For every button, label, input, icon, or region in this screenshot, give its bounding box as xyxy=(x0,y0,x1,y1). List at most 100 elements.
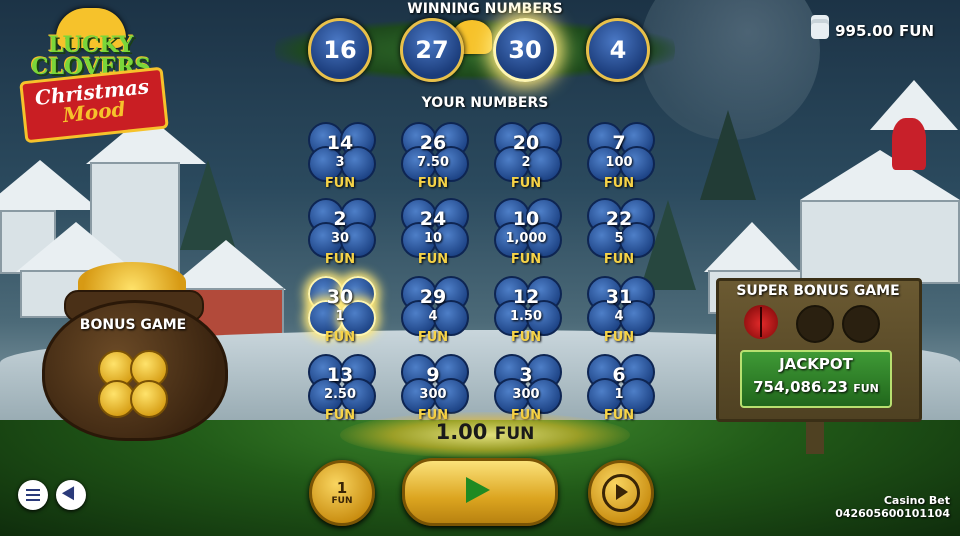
winning-ball: 27 xyxy=(400,18,464,82)
clover-prize: 300 xyxy=(512,387,540,402)
pine-tree xyxy=(180,160,236,250)
bet-selector-value: 1 xyxy=(336,478,348,497)
clover-number: 30 xyxy=(326,286,354,308)
clover-currency: FUN xyxy=(510,176,542,191)
menu-button[interactable] xyxy=(18,480,48,510)
pine-tree xyxy=(700,110,756,200)
number-clover: 22 5 FUN xyxy=(579,194,659,268)
winning-ball-number: 16 xyxy=(323,36,357,64)
number-clover: 31 4 FUN xyxy=(579,272,659,346)
golden-clover-icon xyxy=(96,348,168,418)
clover-currency: FUN xyxy=(417,176,449,191)
clover-prize: 4 xyxy=(428,309,438,324)
clover-prize: 1 xyxy=(614,387,624,402)
clover-currency: FUN xyxy=(417,330,449,345)
clover-currency: FUN xyxy=(603,330,635,345)
clover-number: 2 xyxy=(333,208,347,230)
house-roof xyxy=(800,150,960,200)
menu-icon-bar xyxy=(26,489,40,491)
winning-ball-number: 30 xyxy=(508,36,542,64)
clover-number: 3 xyxy=(519,364,533,386)
bonus-game-label: BONUS GAME xyxy=(79,317,187,333)
clover-currency: FUN xyxy=(417,252,449,267)
clover-prize: 100 xyxy=(605,155,633,170)
clover-currency: FUN xyxy=(324,252,356,267)
clover-prize: 1 xyxy=(335,309,345,324)
balance-display: 995.00 FUN xyxy=(811,22,934,40)
clover-currency: FUN xyxy=(603,176,635,191)
clover-number: 14 xyxy=(326,132,354,154)
clover-prize: 4 xyxy=(614,309,624,324)
clover-number: 10 xyxy=(512,208,540,230)
clover-prize: 10 xyxy=(423,231,443,246)
clover-prize: 5 xyxy=(614,231,624,246)
clover-number: 20 xyxy=(512,132,540,154)
winning-ball: 30 xyxy=(493,18,557,82)
jackpot-amount: 754,086.23 xyxy=(753,378,848,396)
number-clover: 7 100 FUN xyxy=(579,118,659,192)
clover-number: 26 xyxy=(419,132,447,154)
number-clover: 10 1,000 FUN xyxy=(486,194,566,268)
clover-number: 12 xyxy=(512,286,540,308)
bet-amount-display: 1.00 FUN xyxy=(375,420,595,444)
clover-number: 24 xyxy=(419,208,447,230)
play-icon xyxy=(466,477,490,503)
clover-currency: FUN xyxy=(603,252,635,267)
jackpot-label: JACKPOT xyxy=(779,355,853,373)
autoplay-button[interactable] xyxy=(588,460,654,526)
autoplay-icon xyxy=(602,474,640,512)
clover-leaf xyxy=(130,380,168,418)
footer-brand: Casino Bet 042605600101104 xyxy=(835,494,950,520)
jackpot-value: 754,086.23 FUN xyxy=(740,378,892,396)
winning-ball-number: 27 xyxy=(415,36,449,64)
winning-ball: 4 xyxy=(586,18,650,82)
clover-number: 7 xyxy=(612,132,626,154)
brand-name: Casino Bet xyxy=(883,494,950,507)
clover-prize: 2 xyxy=(521,155,531,170)
number-clover: 26 7.50 FUN xyxy=(393,118,473,192)
clover-currency: FUN xyxy=(324,330,356,345)
coins-stack-icon xyxy=(811,23,830,39)
clover-prize: 2.50 xyxy=(323,387,357,402)
clover-prize: 30 xyxy=(330,231,350,246)
bet-selector-button[interactable]: 1 FUN xyxy=(309,460,375,526)
winning-ball: 16 xyxy=(308,18,372,82)
menu-icon-bar xyxy=(26,499,40,501)
santa-figure xyxy=(892,118,926,170)
clover-number: 13 xyxy=(326,364,354,386)
clover-number: 22 xyxy=(605,208,633,230)
jackpot-unit: FUN xyxy=(853,382,879,395)
number-clover: 30 1 FUN xyxy=(300,272,380,346)
ladybug-slot-empty xyxy=(796,305,834,343)
bet-selector-unit: FUN xyxy=(331,495,353,506)
clover-prize: 3 xyxy=(335,155,345,170)
clover-prize: 300 xyxy=(419,387,447,402)
clover-number: 9 xyxy=(426,364,440,386)
game-logo: LUCKY CLOVERS Christmas Mood xyxy=(16,8,169,144)
number-clover: 12 1.50 FUN xyxy=(486,272,566,346)
clover-currency: FUN xyxy=(324,176,356,191)
number-clover: 13 2.50 FUN xyxy=(300,350,380,424)
clover-currency: FUN xyxy=(510,252,542,267)
menu-icon-bar xyxy=(26,494,40,496)
winning-ball-number: 4 xyxy=(609,36,627,64)
clover-currency: FUN xyxy=(510,330,542,345)
round-id: 042605600101104 xyxy=(835,507,950,520)
clover-number: 31 xyxy=(605,286,633,308)
house xyxy=(800,200,960,284)
balance-value: 995.00 xyxy=(835,22,894,40)
bet-amount: 1.00 xyxy=(435,420,488,444)
your-numbers-title: YOUR NUMBERS xyxy=(421,95,549,111)
super-bonus-title: SUPER BONUS GAME xyxy=(736,283,900,299)
number-clover: 20 2 FUN xyxy=(486,118,566,192)
balance-unit: FUN xyxy=(899,22,934,40)
house-roof xyxy=(704,222,800,272)
clover-prize: 7.50 xyxy=(416,155,450,170)
clover-number: 29 xyxy=(419,286,447,308)
number-clover: 24 10 FUN xyxy=(393,194,473,268)
ladybug-slot-empty xyxy=(842,305,880,343)
navigate-button[interactable] xyxy=(56,480,86,510)
number-clover: 2 30 FUN xyxy=(300,194,380,268)
number-clover: 29 4 FUN xyxy=(393,272,473,346)
clover-number: 6 xyxy=(612,364,626,386)
